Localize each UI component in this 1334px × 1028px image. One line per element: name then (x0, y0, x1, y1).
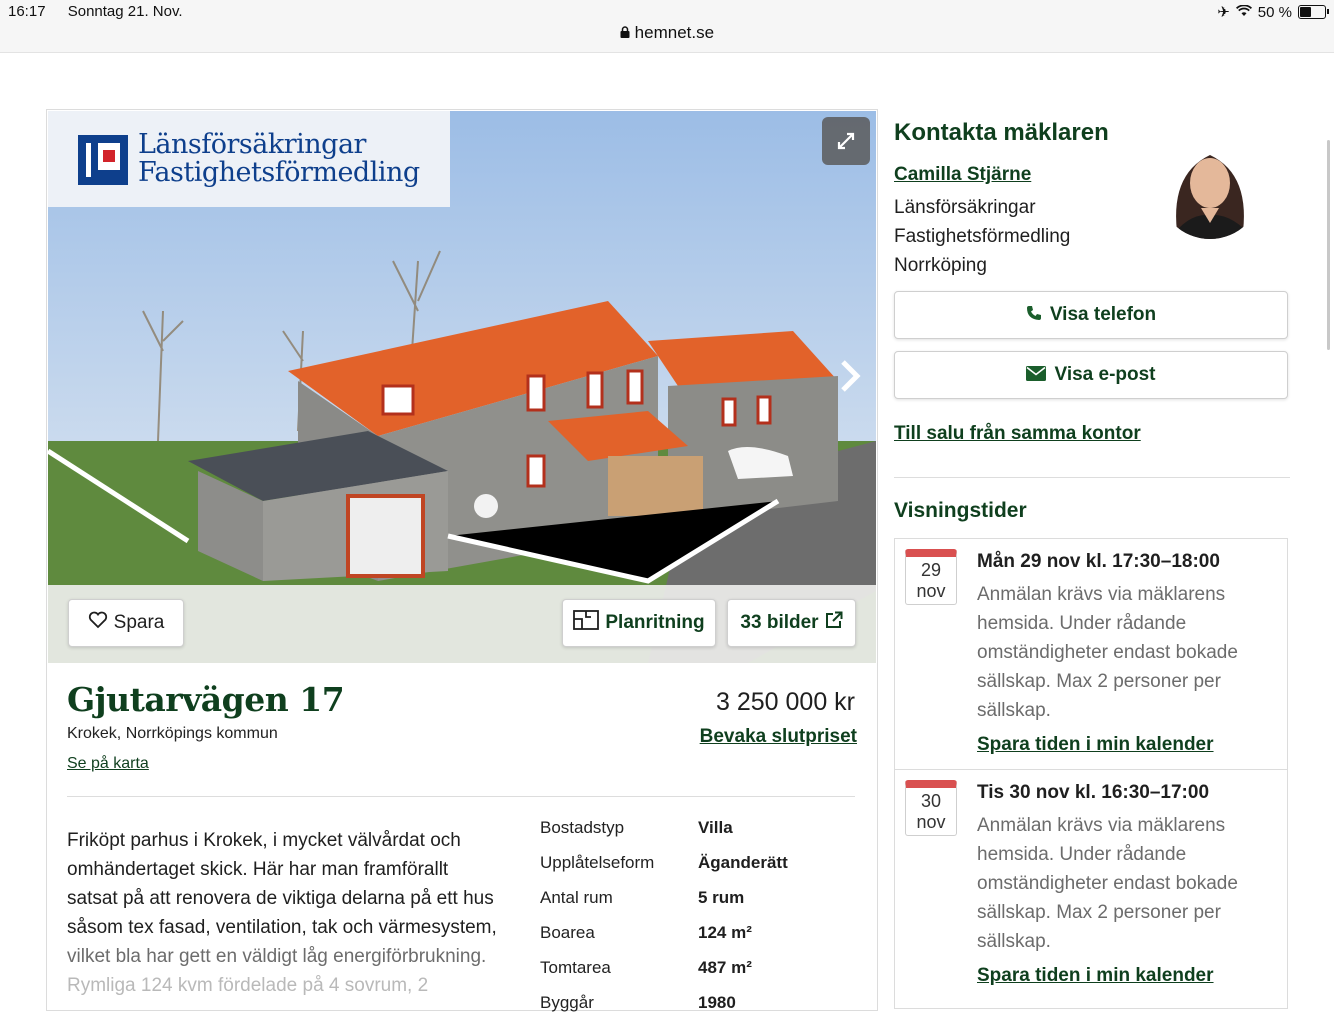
wifi-icon (1235, 3, 1252, 21)
listing-area: Krokek, Norrköpings kommun (67, 725, 278, 742)
divider (894, 477, 1290, 478)
fact-value: 1980 (698, 993, 736, 1012)
viewing-description: Anmälan krävs via mäklarens hemsida. Und… (977, 580, 1267, 725)
external-link-icon (825, 611, 843, 635)
save-label: Spara (113, 612, 165, 633)
agent-office-line: Länsförsäkringar (894, 197, 1036, 218)
viewing-desc-line: hemsida. Under rådande (977, 613, 1187, 634)
description-line: vilket bla har gett en väldigt låg energ… (67, 946, 487, 967)
save-button[interactable]: Spara (68, 599, 184, 647)
logo-text-line1: Länsförsäkringar (138, 129, 366, 160)
description-line: Friköpt parhus i Krokek, i mycket välvår… (67, 830, 461, 851)
agency-logo-mark (78, 135, 128, 185)
save-to-calendar-link[interactable]: Spara tiden i min kalender (977, 965, 1214, 987)
fact-label: Upplåtelseform (540, 853, 655, 872)
viewing-desc-line: sällskap. Max 2 personer per (977, 902, 1221, 923)
fact-value: 487 m² (698, 958, 752, 977)
viewing-desc-line: hemsida. Under rådande (977, 844, 1187, 865)
expand-photo-button[interactable] (822, 117, 870, 165)
listing-card: Länsförsäkringar Fastighetsförmedling Sp… (46, 109, 878, 1012)
contact-heading: Kontakta mäklaren (894, 119, 1109, 146)
floorplan-icon (573, 610, 600, 636)
status-right: ✈ 50 % (1217, 3, 1329, 21)
images-button[interactable]: 33 bilder (727, 599, 856, 647)
listing-photo[interactable]: Länsförsäkringar Fastighetsförmedling (48, 111, 876, 663)
agent-office-line: Norrköping (894, 255, 987, 276)
logo-text-line2: Fastighetsförmedling (138, 157, 420, 188)
listing-description: Friköpt parhus i Krokek, i mycket välvår… (67, 826, 517, 1000)
chevron-right-icon (839, 359, 861, 393)
show-phone-button[interactable]: Visa telefon (894, 291, 1288, 339)
fact-label: Byggår (540, 993, 594, 1012)
viewing-title: Tis 30 nov kl. 16:30–17:00 (977, 782, 1210, 803)
calendar-day: 30 (920, 791, 942, 811)
listing-price: 3 250 000 kr (716, 688, 855, 716)
phone-icon (1026, 305, 1042, 326)
status-left: 16:17 Sonntag 21. Nov. (8, 3, 201, 20)
floorplan-label: Planritning (605, 612, 705, 633)
office-listings-link[interactable]: Till salu från samma kontor (894, 423, 1141, 445)
fact-label: Antal rum (540, 888, 613, 907)
expand-icon (835, 130, 857, 152)
address-bar[interactable]: hemnet.se (0, 23, 1334, 43)
save-to-calendar-link[interactable]: Spara tiden i min kalender (977, 734, 1214, 756)
description-line: omhändertaget skick. Här har man framför… (67, 859, 449, 880)
envelope-icon (1026, 365, 1047, 386)
fact-label: Tomtarea (540, 958, 611, 977)
listing-address: Gjutarvägen 17 (67, 680, 345, 719)
description-line: Rymliga 124 kvm fördelade på 4 sovrum, 2 (67, 975, 429, 996)
watch-final-price-link[interactable]: Bevaka slutpriset (700, 726, 857, 748)
fact-value: 124 m² (698, 923, 752, 942)
show-email-button[interactable]: Visa e-post (894, 351, 1288, 399)
agent-office-line: Fastighetsförmedling (894, 226, 1071, 247)
viewing-item: 30 nov Tis 30 nov kl. 16:30–17:00 Anmäla… (894, 769, 1288, 1009)
calendar-month: nov (916, 812, 946, 832)
viewings-heading: Visningstider (894, 499, 1027, 522)
fact-value: 5 rum (698, 888, 745, 907)
viewing-desc-line: Anmälan krävs via mäklarens (977, 584, 1226, 605)
fact-value: Villa (698, 818, 733, 837)
viewing-desc-line: sällskap. (977, 700, 1051, 721)
lock-icon (620, 23, 635, 42)
agency-logo: Länsförsäkringar Fastighetsförmedling (48, 111, 450, 207)
calendar-day: 29 (920, 560, 942, 580)
airplane-icon: ✈ (1217, 4, 1230, 21)
battery-icon (1298, 5, 1329, 19)
calendar-month: nov (916, 581, 946, 601)
fact-label: Bostadstyp (540, 818, 625, 837)
viewing-title: Mån 29 nov kl. 17:30–18:00 (977, 551, 1220, 572)
scroll-indicator[interactable] (1327, 140, 1330, 350)
url-text: hemnet.se (634, 23, 715, 42)
viewing-desc-line: sällskap. (977, 931, 1051, 952)
agency-logo-text: Länsförsäkringar Fastighetsförmedling (138, 131, 420, 187)
fact-value: Äganderätt (698, 853, 788, 872)
agent-avatar (1158, 135, 1262, 239)
agent-name-link[interactable]: Camilla Stjärne (894, 164, 1031, 186)
status-time: 16:17 (8, 3, 46, 20)
viewing-desc-line: omständigheter endast bokade (977, 873, 1238, 894)
divider (67, 796, 855, 797)
next-photo-button[interactable] (830, 351, 870, 401)
fact-label: Boarea (540, 923, 595, 942)
heart-icon (88, 611, 108, 635)
status-date: Sonntag 21. Nov. (67, 3, 183, 20)
viewing-desc-line: Anmälan krävs via mäklarens (977, 815, 1226, 836)
viewing-desc-line: omständigheter endast bokade (977, 642, 1238, 663)
ipad-status-bar: 16:17 Sonntag 21. Nov. ✈ 50 % hemnet.se (0, 0, 1334, 53)
viewing-description: Anmälan krävs via mäklarens hemsida. Und… (977, 811, 1267, 956)
show-phone-label: Visa telefon (1049, 304, 1157, 325)
viewing-item: 29 nov Mån 29 nov kl. 17:30–18:00 Anmäla… (894, 538, 1288, 770)
images-label: 33 bilder (740, 612, 819, 633)
show-email-label: Visa e-post (1054, 364, 1156, 385)
map-link[interactable]: Se på karta (67, 755, 149, 773)
calendar-icon: 30 nov (905, 780, 957, 836)
battery-percent: 50 % (1257, 3, 1292, 21)
description-line: såsom tex fasad, ventilation, tak och vä… (67, 917, 497, 938)
description-line: satsat på att renovera de viktiga delarn… (67, 888, 494, 909)
viewing-desc-line: sällskap. Max 2 personer per (977, 671, 1221, 692)
floorplan-button[interactable]: Planritning (562, 599, 716, 647)
calendar-icon: 29 nov (905, 549, 957, 605)
